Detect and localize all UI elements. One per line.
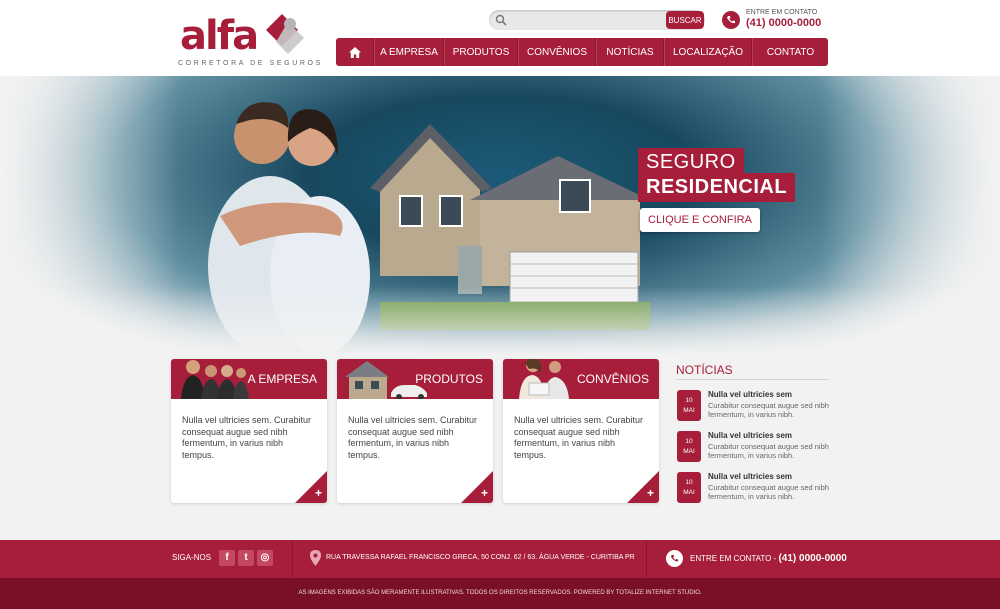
- header: alfa CORRETORA DE SEGUROS BUSCAR ENTRE E…: [0, 0, 1000, 76]
- main-nav: A EMPRESA PRODUTOS CONVÊNIOS NOTÍCIAS LO…: [336, 38, 828, 66]
- news-item[interactable]: 10 MAI Nulla vel ultricies sem Curabitur…: [677, 431, 832, 465]
- feature-box-produtos[interactable]: PRODUTOS Nulla vel ultricies sem. Curabi…: [337, 359, 493, 503]
- footer-address: RUA TRAVESSA RAFAEL FRANCISCO GRECA, 50 …: [326, 554, 635, 561]
- footer: SIGA-NOS f t ◎ RUA TRAVESSA RAFAEL FRANC…: [0, 540, 1000, 578]
- search-input[interactable]: [511, 12, 651, 28]
- follow-label: SIGA-NOS: [172, 553, 212, 562]
- logo[interactable]: alfa CORRETORA DE SEGUROS: [176, 10, 320, 70]
- business-people-image: [181, 360, 249, 399]
- handshake-people-image: [519, 359, 569, 399]
- news-date-badge: 10 MAI: [677, 472, 701, 503]
- news-excerpt: Curabitur consequat augue sed nibh ferme…: [708, 483, 829, 501]
- news-headline[interactable]: Nulla vel ultricies sem: [708, 472, 792, 481]
- feature-box-convenios[interactable]: CONVÊNIOS Nulla vel ultricies sem. Curab…: [503, 359, 659, 503]
- news-headline[interactable]: Nulla vel ultricies sem: [708, 431, 792, 440]
- logo-tagline: CORRETORA DE SEGUROS: [178, 60, 323, 67]
- logo-wordmark: alfa: [180, 13, 259, 59]
- box-text: Nulla vel ultricies sem. Curabitur conse…: [514, 415, 644, 460]
- news-excerpt: Curabitur consequat augue sed nibh ferme…: [708, 442, 829, 460]
- news-date-badge: 10 MAI: [677, 431, 701, 462]
- nav-item-a-empresa[interactable]: A EMPRESA: [374, 38, 444, 66]
- nav-item-convenios[interactable]: CONVÊNIOS: [518, 38, 596, 66]
- contact-phone[interactable]: (41) 0000-0000: [746, 17, 821, 29]
- location-pin-icon: [310, 550, 321, 566]
- box-text: Nulla vel ultricies sem. Curabitur conse…: [182, 415, 312, 460]
- box-text: Nulla vel ultricies sem. Curabitur conse…: [348, 415, 478, 460]
- hero-title-line2: RESIDENCIAL: [638, 173, 796, 202]
- phone-icon: [722, 11, 740, 29]
- contact-label: ENTRE EM CONTATO: [746, 9, 818, 16]
- divider: [676, 379, 829, 380]
- facebook-icon[interactable]: f: [219, 550, 235, 566]
- news-section-title: NOTÍCIAS: [676, 363, 733, 377]
- nav-home[interactable]: [336, 38, 374, 66]
- news-date-badge: 10 MAI: [677, 390, 701, 421]
- feature-box-empresa[interactable]: A EMPRESA Nulla vel ultricies sem. Curab…: [171, 359, 327, 503]
- box-title: A EMPRESA: [247, 372, 317, 386]
- plus-icon: +: [480, 486, 488, 500]
- footer-contact-phone[interactable]: (41) 0000-0000: [778, 553, 846, 564]
- search-icon: [495, 14, 507, 26]
- divider: [646, 540, 647, 578]
- nav-item-noticias[interactable]: NOTÍCIAS: [596, 38, 664, 66]
- box-more-button[interactable]: +: [627, 471, 659, 503]
- hero-banner[interactable]: SEGURO RESIDENCIAL CLIQUE E CONFIRA: [0, 76, 1000, 356]
- news-item[interactable]: 10 MAI Nulla vel ultricies sem Curabitur…: [677, 390, 832, 424]
- legal-text: AS IMAGENS EXIBIDAS SÃO MERAMENTE ILUSTR…: [298, 590, 702, 596]
- phone-icon: [666, 550, 683, 567]
- box-title: CONVÊNIOS: [576, 372, 649, 386]
- plus-icon: +: [314, 486, 322, 500]
- logo-mark-icon: [266, 14, 304, 54]
- news-item[interactable]: 10 MAI Nulla vel ultricies sem Curabitur…: [677, 472, 832, 506]
- hero-cta-button[interactable]: CLIQUE E CONFIRA: [640, 208, 760, 232]
- search-button[interactable]: BUSCAR: [666, 11, 704, 29]
- footer-contact: ENTRE EM CONTATO - (41) 0000-0000: [690, 553, 847, 564]
- twitter-icon[interactable]: t: [238, 550, 254, 566]
- box-more-button[interactable]: +: [461, 471, 493, 503]
- nav-item-contato[interactable]: CONTATO: [752, 38, 828, 66]
- instagram-icon[interactable]: ◎: [257, 550, 273, 566]
- home-icon: [348, 46, 361, 58]
- box-more-button[interactable]: +: [295, 471, 327, 503]
- search-bar: BUSCAR: [489, 10, 705, 30]
- news-headline[interactable]: Nulla vel ultricies sem: [708, 390, 792, 399]
- plus-icon: +: [646, 486, 654, 500]
- footer-contact-label: ENTRE EM CONTATO -: [690, 554, 777, 563]
- box-title: PRODUTOS: [415, 372, 483, 386]
- header-contact: ENTRE EM CONTATO (41) 0000-0000: [722, 8, 832, 34]
- copyright-bar: AS IMAGENS EXIBIDAS SÃO MERAMENTE ILUSTR…: [0, 578, 1000, 609]
- divider: [292, 540, 293, 578]
- nav-item-localizacao[interactable]: LOCALIZAÇÃO: [664, 38, 752, 66]
- news-excerpt: Curabitur consequat augue sed nibh ferme…: [708, 401, 829, 419]
- nav-item-produtos[interactable]: PRODUTOS: [444, 38, 518, 66]
